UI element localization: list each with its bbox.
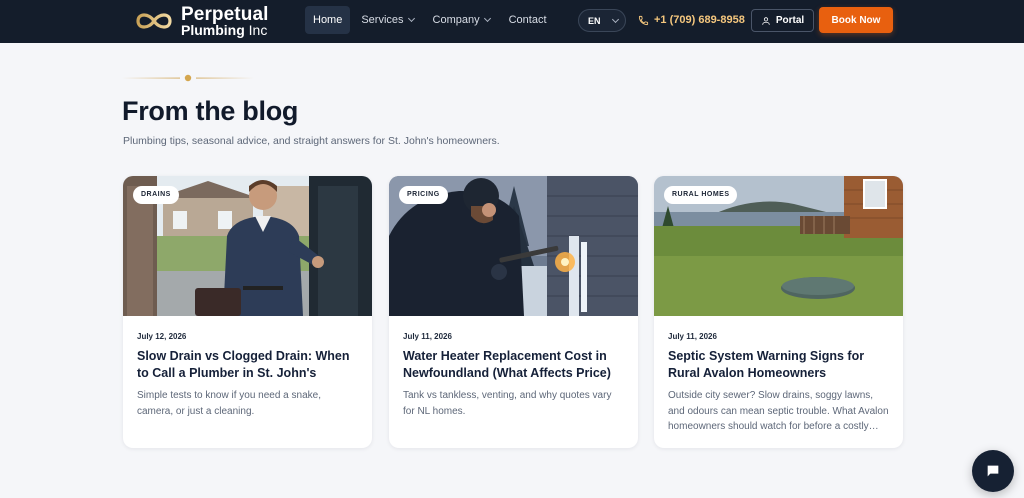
nav-item-company[interactable]: Company (425, 6, 498, 34)
portal-button[interactable]: Portal (751, 9, 814, 32)
category-badge: DRAINS (133, 186, 179, 204)
category-badge: RURAL HOMES (664, 186, 738, 204)
phone-icon (638, 15, 649, 25)
phone-number: +1 (709) 689-8958 (654, 14, 745, 26)
language-value: EN (588, 15, 601, 26)
nav-label: Company (432, 14, 480, 26)
language-selector[interactable]: EN (578, 9, 626, 32)
portal-label: Portal (775, 15, 805, 26)
chevron-down-icon (611, 15, 619, 23)
infinity-logo-icon (136, 13, 172, 29)
chevron-down-icon (483, 14, 491, 23)
book-now-label: Book Now (831, 14, 881, 26)
nav-item-contact[interactable]: Contact (501, 6, 555, 34)
post-date: July 12, 2026 (137, 332, 187, 341)
post-excerpt: Tank vs tankless, venting, and why quote… (403, 390, 612, 417)
brand-suffix: Inc (248, 22, 268, 38)
blog-card[interactable]: PRICING July 11, 2026 Water Heater Repla… (389, 176, 638, 448)
post-excerpt: Outside city sewer? Slow drains, soggy l… (668, 390, 889, 432)
main-nav: Home Services Company Contact (305, 6, 558, 34)
chevron-down-icon (407, 14, 415, 23)
book-now-button[interactable]: Book Now (819, 7, 893, 33)
blog-card[interactable]: DRAINS July 12, 2026 Slow Drain vs Clogg… (123, 176, 372, 448)
nav-item-home[interactable]: Home (305, 6, 351, 34)
nav-label: Home (313, 14, 343, 26)
post-title[interactable]: Septic System Warning Signs for Rural Av… (668, 348, 893, 382)
blog-heading: From the blog (122, 96, 299, 126)
blog-card-image: DRAINS (123, 176, 372, 316)
post-date: July 11, 2026 (403, 332, 452, 341)
nav-item-services[interactable]: Services (353, 6, 421, 34)
post-title[interactable]: Slow Drain vs Clogged Drain: When to Cal… (137, 348, 362, 382)
blog-card-image: PRICING (389, 176, 638, 316)
blog-card-image: RURAL HOMES (654, 176, 903, 316)
chat-bubble-icon (987, 465, 999, 477)
brand-logo[interactable]: Perpetual Plumbing Inc (133, 4, 269, 38)
section-ornament (122, 74, 254, 82)
brand-name-line2: Plumbing (181, 22, 245, 38)
post-excerpt: Simple tests to know if you need a snake… (137, 390, 321, 417)
blog-subheading: Plumbing tips, seasonal advice, and stra… (123, 135, 500, 147)
nav-label: Services (361, 14, 404, 26)
blog-card[interactable]: RURAL HOMES July 11, 2026 Septic System … (654, 176, 903, 448)
nav-label: Contact (508, 14, 547, 26)
category-badge: PRICING (399, 186, 448, 204)
chat-widget-button[interactable] (972, 450, 1014, 492)
user-icon (762, 16, 770, 25)
post-date: July 11, 2026 (668, 332, 717, 341)
post-title[interactable]: Water Heater Replacement Cost in Newfoun… (403, 348, 628, 382)
phone-link[interactable]: +1 (709) 689-8958 (638, 12, 745, 28)
top-navbar: Perpetual Plumbing Inc Home Services Com… (0, 0, 1024, 43)
